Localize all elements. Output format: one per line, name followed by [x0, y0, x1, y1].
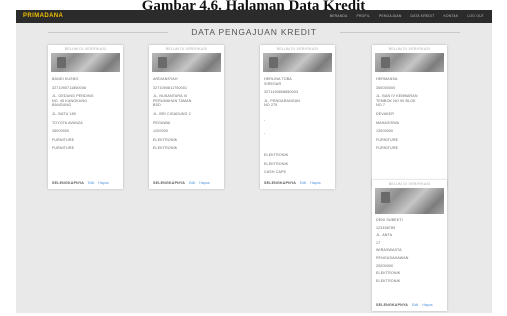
credit-card-3: BELUM DI VERIFIKASI HERLINA TOBA SIREGAR… — [260, 45, 335, 189]
edit-link[interactable]: Edit — [189, 181, 195, 185]
delete-link[interactable]: Hapus — [422, 303, 432, 307]
card-actions: SELENGKAPNYA Edit Hapus — [153, 181, 220, 185]
credit-card-2: BELUM DI VERIFIKASI ARDIANSYAH 327109081… — [149, 45, 224, 189]
status-badge: BELUM DI VERIFIKASI — [276, 47, 319, 51]
nav-item-kontak[interactable]: KONTAK — [443, 13, 458, 19]
credit-card-4: BELUM DI VERIFIKASI HERMANSA 350000000 J… — [372, 45, 447, 189]
credit-card-5: BELUM DI VERIFIKASI DENI SUBEKTI 1234567… — [372, 180, 447, 311]
field-name: HERLINA TOBA SIREGAR — [264, 77, 292, 86]
status-badge: BELUM DI VERIFIKASI — [165, 47, 208, 51]
edit-link[interactable]: Edit — [88, 181, 94, 185]
nav-item-logout[interactable]: LOG OUT — [467, 13, 484, 19]
navbar: PRIMADANA BERANDA PROFIL PENGAJUAN DATA … — [16, 10, 492, 23]
id-card-photo — [51, 53, 120, 72]
edit-link[interactable]: Edit — [300, 181, 306, 185]
detail-button[interactable]: SELENGKAPNYA — [52, 181, 84, 185]
status-badge: BELUM DI VERIFIKASI — [64, 47, 107, 51]
id-card-photo — [263, 53, 332, 72]
nav-menu: BERANDA PROFIL PENGAJUAN DATA KREDIT KON… — [330, 13, 484, 19]
field-address: JL. NUSANTARA III PERUMAHAN TAMAN BSD — [153, 94, 192, 108]
browser-screen: PRIMADANA BERANDA PROFIL PENGAJUAN DATA … — [16, 10, 492, 313]
field-item: ELEKTRONIK — [153, 146, 178, 151]
brand-logo[interactable]: PRIMADANA — [23, 11, 63, 21]
id-card-photo — [375, 188, 444, 214]
field-item: ELEKTRONIK — [376, 278, 401, 283]
field-address: JL. GEDUNG PENDING NO. 45 KANGKUNG BANDU… — [52, 94, 94, 108]
card-actions: SELENGKAPNYA Edit Hapus — [264, 181, 331, 185]
delete-link[interactable]: Hapus — [310, 181, 320, 185]
field-item: FURNITURE — [376, 146, 399, 151]
delete-link[interactable]: Hapus — [98, 181, 108, 185]
id-card-photo — [375, 53, 444, 72]
nav-item-data-kredit[interactable]: DATA KREDIT — [411, 13, 435, 19]
field-address: JL. PENGARANGAN NO 275 — [264, 98, 300, 108]
credit-card-1: BELUM DI VERIFIKASI BANDI KUSNO 32710907… — [48, 45, 123, 189]
field-address: JL. BAN IV KEMBARAN TEMBOK NO 90 BLOK NO… — [376, 94, 418, 108]
field-payment: CASH CAPE — [264, 170, 287, 175]
card-actions: SELENGKAPNYA Edit Hapus — [376, 303, 443, 307]
detail-button[interactable]: SELENGKAPNYA — [153, 181, 185, 185]
nav-item-profil[interactable]: PROFIL — [357, 13, 370, 19]
title-divider-right — [340, 32, 460, 33]
status-badge: BELUM DI VERIFIKASI — [388, 182, 431, 186]
status-badge: BELUM DI VERIFIKASI — [388, 47, 431, 51]
card-actions: SELENGKAPNYA Edit Hapus — [52, 181, 119, 185]
nav-item-pengajuan[interactable]: PENGAJUAN — [379, 13, 402, 19]
detail-button[interactable]: SELENGKAPNYA — [264, 181, 296, 185]
edit-link[interactable]: Edit — [412, 303, 418, 307]
delete-link[interactable]: Hapus — [199, 181, 209, 185]
nav-item-beranda[interactable]: BERANDA — [330, 13, 348, 19]
id-card-photo — [152, 53, 221, 72]
field-item: FURNITURE — [52, 146, 75, 151]
detail-button[interactable]: SELENGKAPNYA — [376, 303, 408, 307]
